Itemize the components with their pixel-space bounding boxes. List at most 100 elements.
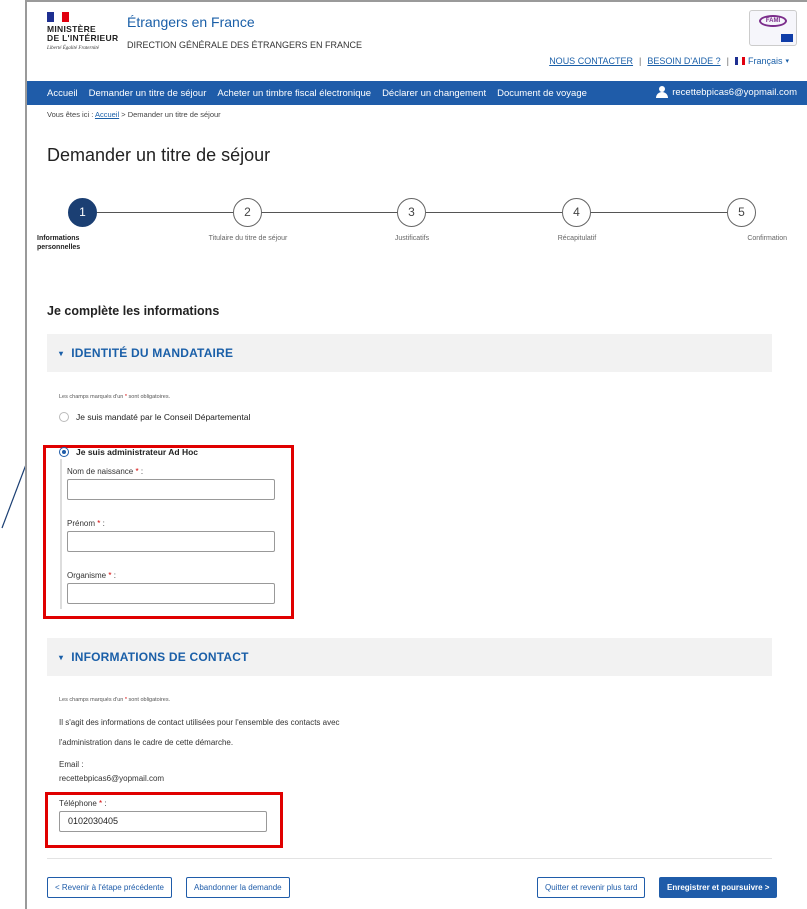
label-text: Téléphone bbox=[59, 799, 97, 808]
nom-naissance-input[interactable] bbox=[67, 479, 275, 500]
step-4-label: Récapitulatif bbox=[557, 235, 597, 242]
required-fields-hint: Les champs marqués d'un * sont obligatoi… bbox=[59, 697, 170, 703]
site-subtitle: DIRECTION GÉNÉRALE DES ÉTRANGERS EN FRAN… bbox=[127, 40, 363, 50]
nom-naissance-label: Nom de naissance * : bbox=[67, 467, 143, 476]
nav-item-declarer-changement[interactable]: Déclarer un changement bbox=[382, 88, 486, 99]
nav-item-accueil[interactable]: Accueil bbox=[47, 88, 78, 99]
page-title: Demander un titre de séjour bbox=[47, 145, 271, 165]
separator: | bbox=[726, 56, 729, 66]
language-label: Français bbox=[747, 56, 783, 66]
site-title[interactable]: Étrangers en France bbox=[127, 14, 255, 30]
republic-motto: Liberté Égalité Fraternité bbox=[47, 46, 99, 51]
top-links: NOUS CONTACTER | BESOIN D'AIDE ? | Franç… bbox=[549, 56, 789, 66]
mandataire-panel-header[interactable]: ▾ IDENTITÉ DU MANDATAIRE bbox=[47, 334, 772, 372]
language-selector[interactable]: Français ▾ bbox=[734, 56, 789, 66]
breadcrumb-home-link[interactable]: Accueil bbox=[95, 110, 119, 119]
save-continue-button[interactable]: Enregistrer et poursuivre > bbox=[659, 877, 778, 898]
required-mark: * bbox=[99, 799, 103, 808]
label-text: Prénom bbox=[67, 519, 96, 528]
radio-conseil-departemental[interactable]: Je suis mandaté par le Conseil Départeme… bbox=[59, 412, 250, 422]
step-5-circle: 5 bbox=[727, 198, 756, 227]
radio-label: Je suis mandaté par le Conseil Départeme… bbox=[76, 412, 251, 422]
required-fields-hint: Les champs marqués d'un * sont obligatoi… bbox=[59, 394, 170, 400]
contact-panel-title: INFORMATIONS DE CONTACT bbox=[71, 650, 249, 664]
contact-info-line-2: l'administration dans le cadre de cette … bbox=[59, 738, 234, 747]
step-4-circle: 4 bbox=[562, 198, 591, 227]
user-icon bbox=[656, 86, 669, 98]
quit-button[interactable]: Quitter et revenir plus tard bbox=[537, 877, 646, 898]
mandataire-panel-title: IDENTITÉ DU MANDATAIRE bbox=[71, 346, 234, 360]
french-flag-icon bbox=[734, 57, 745, 65]
radio-button-selected[interactable] bbox=[59, 447, 69, 457]
radio-button[interactable] bbox=[59, 412, 69, 422]
label-colon: : bbox=[140, 467, 144, 476]
separator: | bbox=[639, 56, 642, 66]
section-heading: Je complète les informations bbox=[47, 304, 220, 318]
nav-item-titre-sejour[interactable]: Demander un titre de séjour bbox=[89, 88, 207, 99]
telephone-input[interactable]: 0102030405 bbox=[59, 811, 267, 832]
label-text: Organisme bbox=[67, 571, 107, 580]
marianne-flag-icon bbox=[47, 12, 69, 22]
label-text: Nom de naissance bbox=[67, 467, 134, 476]
breadcrumb-current: > Demander un titre de séjour bbox=[121, 110, 221, 119]
step-2-circle: 2 bbox=[233, 198, 262, 227]
step-connector bbox=[261, 212, 398, 213]
required-mark: * bbox=[124, 394, 128, 400]
contact-link[interactable]: NOUS CONTACTER bbox=[549, 56, 633, 66]
required-mark: * bbox=[135, 467, 139, 476]
main-nav: Accueil Demander un titre de séjour Ache… bbox=[27, 81, 807, 105]
nav-item-document-voyage[interactable]: Document de voyage bbox=[497, 88, 587, 99]
abandon-button[interactable]: Abandonner la demande bbox=[186, 877, 290, 898]
radio-label: Je suis administrateur Ad Hoc bbox=[76, 447, 199, 457]
caret-down-icon: ▾ bbox=[785, 58, 789, 65]
contact-info-line-1: Il s'agit des informations de contact ut… bbox=[59, 718, 340, 727]
step-connector bbox=[590, 212, 727, 213]
browser-frame: MINISTÈRE DE L'INTÉRIEUR Liberté Égalité… bbox=[25, 0, 807, 909]
required-mark: * bbox=[97, 519, 101, 528]
chevron-down-icon: ▾ bbox=[59, 348, 64, 358]
chevron-down-icon: ▾ bbox=[59, 652, 64, 662]
breadcrumb-prefix: Vous êtes ici : bbox=[47, 110, 94, 119]
help-link[interactable]: BESOIN D'AIDE ? bbox=[647, 56, 720, 66]
hint-prefix: Les champs marqués d'un bbox=[59, 394, 124, 400]
label-colon: : bbox=[104, 799, 107, 808]
back-button[interactable]: < Revenir à l'étape précédente bbox=[47, 877, 172, 898]
hint-suffix: sont obligatoires. bbox=[128, 394, 171, 400]
prenom-input[interactable] bbox=[67, 531, 275, 552]
step-3-label: Justificatifs bbox=[394, 235, 430, 242]
radio-administrateur-adhoc[interactable]: Je suis administrateur Ad Hoc bbox=[59, 447, 198, 457]
footer-divider bbox=[47, 858, 772, 859]
fami-label: FAMI bbox=[759, 15, 787, 27]
step-connector bbox=[426, 212, 562, 213]
nested-fields-rail bbox=[60, 459, 62, 609]
telephone-label: Téléphone * : bbox=[59, 799, 107, 808]
prenom-label: Prénom * : bbox=[67, 519, 105, 528]
contact-panel-header[interactable]: ▾ INFORMATIONS DE CONTACT bbox=[47, 638, 772, 676]
nav-item-timbre-fiscal[interactable]: Acheter un timbre fiscal électronique bbox=[217, 88, 371, 99]
site-header: MINISTÈRE DE L'INTÉRIEUR Liberté Égalité… bbox=[27, 2, 807, 87]
email-label: Email : bbox=[59, 760, 84, 769]
eu-flag-icon bbox=[781, 34, 793, 42]
organisme-label: Organisme * : bbox=[67, 571, 116, 580]
organisme-input[interactable] bbox=[67, 583, 275, 604]
required-mark: * bbox=[124, 697, 128, 703]
ministry-name-line2: DE L'INTÉRIEUR bbox=[47, 33, 119, 43]
hint-prefix: Les champs marqués d'un bbox=[59, 697, 124, 703]
email-value: recettebpicas6@yopmail.com bbox=[59, 774, 165, 783]
label-colon: : bbox=[102, 519, 105, 528]
label-colon: : bbox=[113, 571, 116, 580]
fami-logo: FAMI bbox=[749, 10, 797, 46]
user-account[interactable]: recettebpicas6@yopmail.com bbox=[656, 86, 797, 98]
ministry-logo: MINISTÈRE DE L'INTÉRIEUR Liberté Égalité… bbox=[47, 12, 127, 52]
breadcrumb: Vous êtes ici : Accueil > Demander un ti… bbox=[47, 110, 221, 119]
step-1-label: Informations personnelles bbox=[37, 235, 81, 251]
progress-stepper: 1 2 3 4 5 Informations personnelles Titu… bbox=[27, 198, 807, 258]
hint-suffix: sont obligatoires. bbox=[128, 697, 171, 703]
step-5-label: Confirmation bbox=[747, 235, 787, 242]
step-connector bbox=[97, 212, 233, 213]
step-3-circle: 3 bbox=[397, 198, 426, 227]
required-mark: * bbox=[108, 571, 112, 580]
user-email: recettebpicas6@yopmail.com bbox=[672, 86, 797, 98]
step-2-label: Titulaire du titre de séjour bbox=[208, 235, 288, 242]
step-1-circle: 1 bbox=[68, 198, 97, 227]
